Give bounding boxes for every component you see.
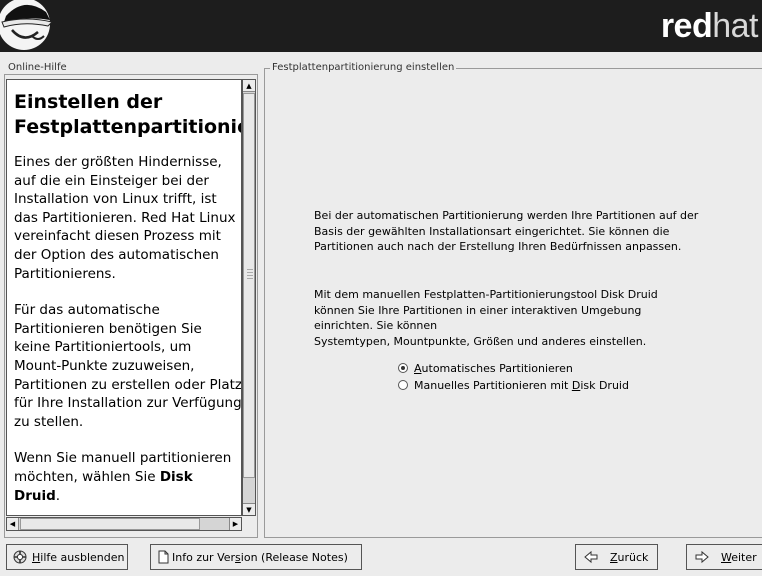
- auto-partition-label: Automatisches Partitionieren: [414, 361, 573, 375]
- release-notes-label: Info zur Version (Release Notes): [172, 550, 348, 564]
- back-button[interactable]: Zurück: [575, 544, 658, 570]
- next-label: Weiter: [721, 550, 757, 564]
- release-notes-button[interactable]: Info zur Version (Release Notes): [150, 544, 362, 570]
- auto-partition-description: Bei der automatischen Partitionierung we…: [314, 209, 699, 253]
- help-frame-label: Online-Hilfe: [6, 62, 69, 73]
- redhat-shadowman-logo: [0, 0, 53, 50]
- help-paragraph: Eines der größten Hindernisse, auf die e…: [14, 154, 236, 282]
- help-hscroll-thumb[interactable]: [20, 518, 200, 530]
- help-text-view[interactable]: Einstellen der Festplattenpartitionierun…: [6, 79, 242, 516]
- radio-unselected-icon[interactable]: [398, 380, 408, 390]
- manual-partition-radio[interactable]: Manuelles Partitionieren mit Disk Druid: [398, 377, 629, 393]
- redhat-wordmark: redhat: [660, 7, 759, 45]
- radio-selected-icon[interactable]: [398, 363, 408, 373]
- manual-partition-label: Manuelles Partitionieren mit Disk Druid: [414, 378, 629, 392]
- arrow-right-icon: [695, 550, 709, 564]
- scroll-right-icon[interactable]: ▶: [229, 518, 241, 530]
- hide-help-button[interactable]: Hilfe ausblenden: [6, 544, 128, 570]
- help-paragraph: Wenn Sie manuell partitionieren möchten,…: [14, 450, 232, 504]
- help-vertical-scrollbar[interactable]: ▲ ▼: [242, 79, 256, 516]
- lifebuoy-icon: [13, 550, 27, 564]
- auto-partition-radio[interactable]: Automatisches Partitionieren: [398, 360, 573, 376]
- back-label: Zurück: [610, 550, 649, 564]
- help-paragraph: Für das automatische Partitionieren benö…: [14, 302, 242, 430]
- scroll-down-icon[interactable]: ▼: [243, 503, 255, 515]
- help-scroll-thumb[interactable]: [243, 93, 255, 478]
- partitioning-frame-label: Festplattenpartitionierung einstellen: [270, 62, 457, 73]
- next-button[interactable]: Weiter: [686, 544, 762, 570]
- scroll-up-icon[interactable]: ▲: [243, 80, 255, 92]
- scroll-left-icon[interactable]: ◀: [7, 518, 19, 530]
- manual-partition-description: Mit dem manuellen Festplatten-Partitioni…: [314, 288, 658, 348]
- hide-help-label: Hilfe ausblenden: [32, 550, 125, 564]
- help-title: Einstellen der Festplattenpartitionierun…: [14, 91, 241, 138]
- header-banner: redhat: [0, 0, 762, 52]
- arrow-left-icon: [584, 550, 598, 564]
- document-icon: [158, 550, 169, 564]
- help-horizontal-scrollbar[interactable]: ◀ ▶: [6, 517, 242, 531]
